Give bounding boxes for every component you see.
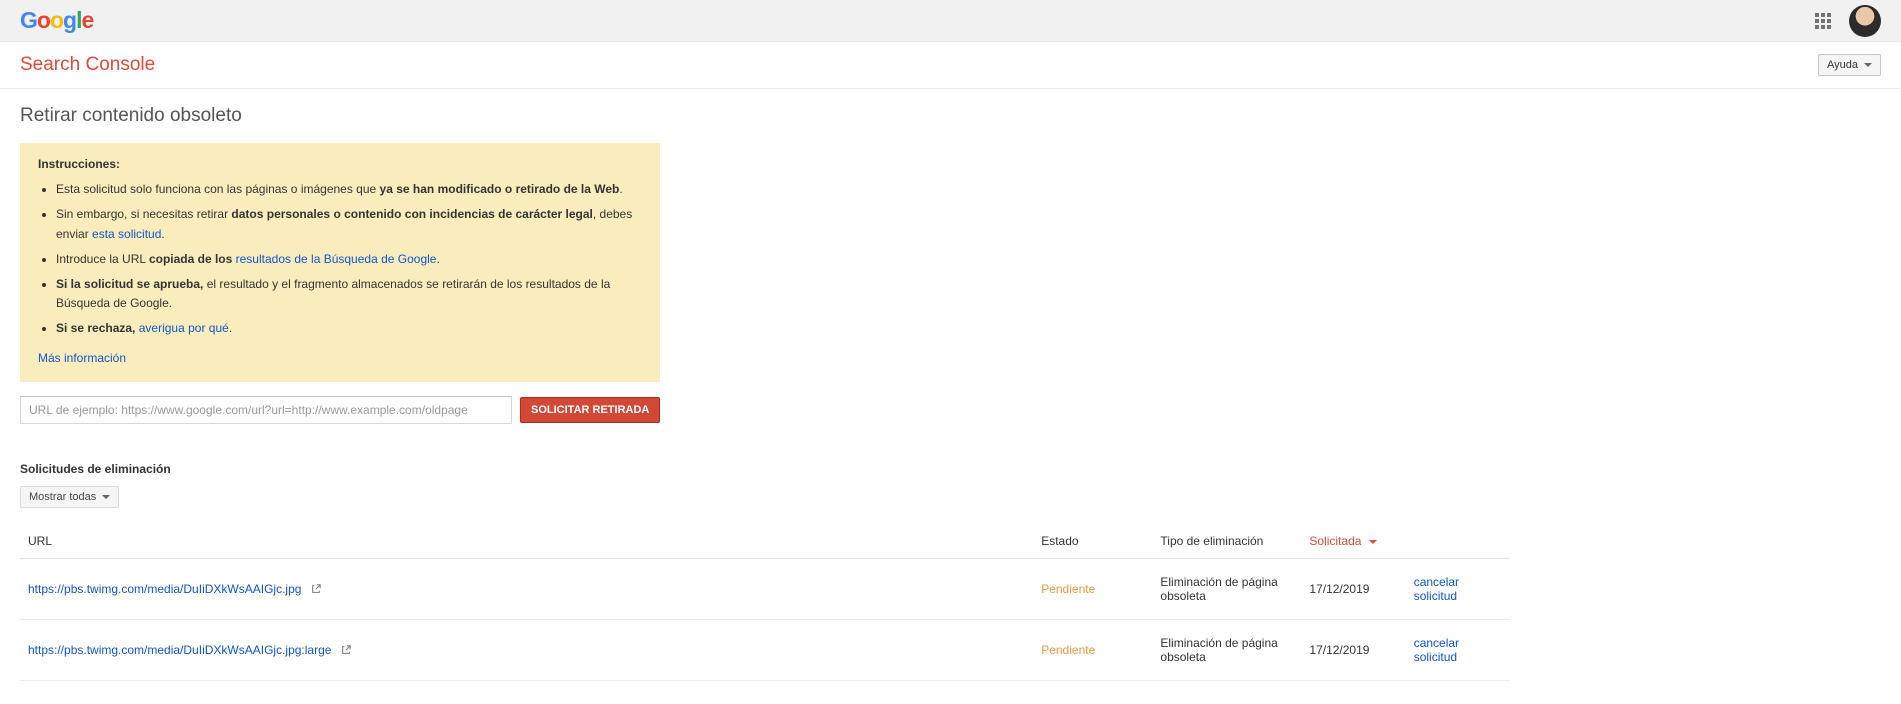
col-status[interactable]: Estado	[1033, 524, 1152, 559]
table-row: https://pbs.twimg.com/media/DuIiDXkWsAAI…	[20, 619, 1510, 680]
sort-desc-icon	[1369, 540, 1377, 544]
url-input[interactable]	[20, 396, 512, 424]
requests-section-title: Solicitudes de eliminación	[20, 462, 1510, 476]
request-url-link[interactable]: https://pbs.twimg.com/media/DuIiDXkWsAAI…	[28, 643, 331, 657]
external-link-icon[interactable]	[341, 644, 351, 654]
filter-button[interactable]: Mostrar todas	[20, 486, 119, 508]
apps-icon[interactable]	[1815, 13, 1831, 29]
requests-table: URL Estado Tipo de eliminación Solicitad…	[20, 524, 1510, 681]
search-results-link[interactable]: resultados de la Búsqueda de Google	[236, 252, 437, 266]
instruction-item: Introduce la URL copiada de los resultad…	[56, 250, 642, 269]
chevron-down-icon	[102, 495, 110, 499]
filter-label: Mostrar todas	[29, 491, 96, 503]
instruction-item: Sin embargo, si necesitas retirar datos …	[56, 205, 642, 243]
instruction-item: Esta solicitud solo funciona con las pág…	[56, 180, 642, 199]
more-info-link[interactable]: Más información	[38, 351, 126, 365]
instruction-item: Si la solicitud se aprueba, el resultado…	[56, 275, 642, 313]
google-logo[interactable]: Google	[20, 7, 93, 34]
external-link-icon[interactable]	[311, 583, 321, 593]
product-bar: Search Console Ayuda	[0, 42, 1901, 89]
rejected-link[interactable]: averigua por qué	[139, 321, 229, 335]
status-cell: Pendiente	[1033, 558, 1152, 619]
col-type[interactable]: Tipo de eliminación	[1152, 524, 1301, 559]
col-url[interactable]: URL	[20, 524, 1033, 559]
cancel-request-link[interactable]: cancelar solicitud	[1414, 636, 1459, 664]
submit-button[interactable]: SOLICITAR RETIRADA	[520, 397, 660, 423]
page-title: Retirar contenido obsoleto	[20, 105, 1510, 127]
legal-request-link[interactable]: esta solicitud	[92, 227, 161, 241]
type-cell: Eliminación de página obsoleta	[1152, 558, 1301, 619]
type-cell: Eliminación de página obsoleta	[1152, 619, 1301, 680]
request-url-link[interactable]: https://pbs.twimg.com/media/DuIiDXkWsAAI…	[28, 582, 301, 596]
instructions-box: Instrucciones: Esta solicitud solo funci…	[20, 143, 660, 382]
cancel-request-link[interactable]: cancelar solicitud	[1414, 575, 1459, 603]
google-top-bar: Google	[0, 0, 1901, 42]
help-label: Ayuda	[1827, 59, 1858, 71]
table-row: https://pbs.twimg.com/media/DuIiDXkWsAAI…	[20, 558, 1510, 619]
instruction-item: Si se rechaza, averigua por qué.	[56, 319, 642, 338]
instructions-heading: Instrucciones:	[38, 157, 120, 171]
date-cell: 17/12/2019	[1301, 558, 1405, 619]
main-content: Retirar contenido obsoleto Instrucciones…	[0, 89, 1530, 697]
avatar[interactable]	[1849, 5, 1881, 37]
status-cell: Pendiente	[1033, 619, 1152, 680]
col-requested[interactable]: Solicitada	[1301, 524, 1405, 559]
url-form: SOLICITAR RETIRADA	[20, 396, 1510, 424]
product-name[interactable]: Search Console	[20, 54, 155, 76]
chevron-down-icon	[1864, 63, 1872, 67]
date-cell: 17/12/2019	[1301, 619, 1405, 680]
help-button[interactable]: Ayuda	[1818, 54, 1881, 76]
col-action	[1406, 524, 1510, 559]
